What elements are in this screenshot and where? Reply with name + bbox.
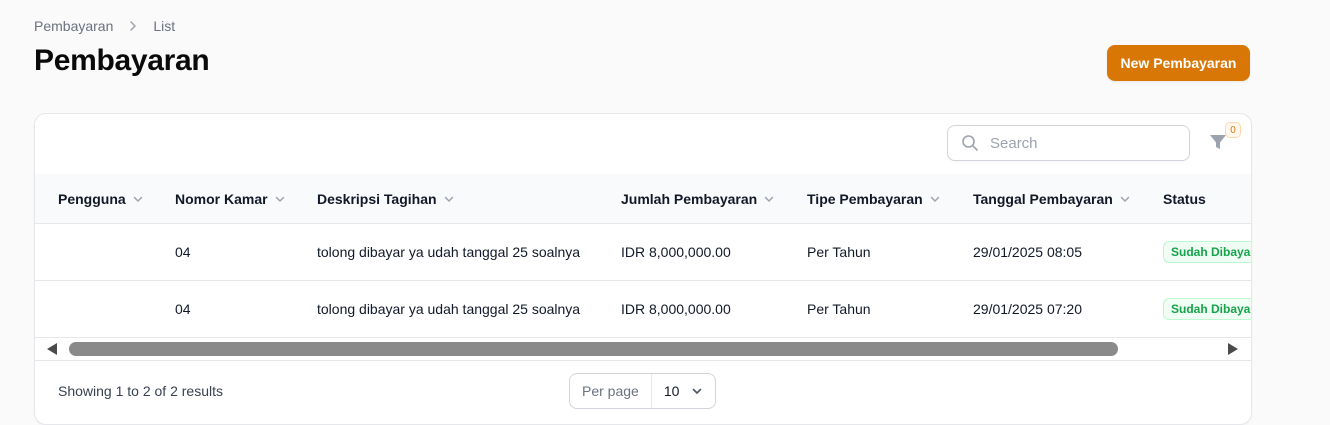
column-label: Pengguna [58,190,126,207]
column-label: Jumlah Pembayaran [621,190,758,207]
column-label: Tanggal Pembayaran [973,190,1113,207]
search-input[interactable] [988,133,1182,153]
chevron-down-icon [274,193,286,205]
column-header-status: Status [1163,174,1206,223]
table-card: 0 Pengguna Nomor Kamar Deskripsi Tagihan… [34,113,1252,425]
per-page-label: Per page [570,374,652,408]
search-icon [961,134,979,152]
breadcrumb: Pembayaran List [34,18,175,34]
cell-tanggal-pembayaran: 29/01/2025 08:05 [973,244,1082,260]
cell-tanggal-pembayaran: 29/01/2025 07:20 [973,301,1082,317]
cell-nomor-kamar: 04 [175,301,191,317]
breadcrumb-item-list: List [153,18,176,34]
status-badge: Sudah Dibayar [1163,241,1251,263]
breadcrumb-item-pembayaran[interactable]: Pembayaran [34,18,113,34]
search-field[interactable] [947,125,1190,161]
scrollbar-thumb[interactable] [69,342,1118,356]
chevron-down-icon [132,193,144,205]
column-header-tanggal-pembayaran[interactable]: Tanggal Pembayaran [973,174,1131,223]
column-header-pengguna[interactable]: Pengguna [58,174,144,223]
new-pembayaran-button[interactable]: New Pembayaran [1107,45,1250,81]
per-page-value: 10 [663,383,680,399]
cell-jumlah-pembayaran: IDR 8,000,000.00 [621,244,731,260]
cell-nomor-kamar: 04 [175,244,191,260]
cell-tipe-pembayaran: Per Tahun [807,301,871,317]
column-header-tipe-pembayaran[interactable]: Tipe Pembayaran [807,174,941,223]
cell-deskripsi-tagihan: tolong dibayar ya udah tanggal 25 soalny… [317,301,581,317]
payments-table: Pengguna Nomor Kamar Deskripsi Tagihan J… [35,174,1251,338]
column-label: Tipe Pembayaran [807,190,923,207]
results-summary: Showing 1 to 2 of 2 results [58,383,223,399]
column-header-deskripsi-tagihan[interactable]: Deskripsi Tagihan [317,174,455,223]
status-badge: Sudah Dibayar [1163,298,1251,320]
cell-status: Sudah Dibayar [1163,281,1251,337]
column-label: Status [1163,190,1206,207]
chevron-right-icon [127,20,139,32]
page-title: Pembayaran [34,44,210,77]
column-header-nomor-kamar[interactable]: Nomor Kamar [175,174,286,223]
table-row[interactable]: 04 tolong dibayar ya udah tanggal 25 soa… [35,281,1251,338]
chevron-down-icon [691,385,703,397]
cell-status: Sudah Dibayar [1163,224,1251,280]
column-label: Nomor Kamar [175,190,268,207]
cell-deskripsi-tagihan: tolong dibayar ya udah tanggal 25 soalny… [317,244,581,260]
table-row[interactable]: 04 tolong dibayar ya udah tanggal 25 soa… [35,224,1251,281]
chevron-down-icon [1119,193,1131,205]
chevron-down-icon [443,193,455,205]
table-footer: Showing 1 to 2 of 2 results Per page 10 [35,360,1251,424]
chevron-down-icon [763,193,775,205]
per-page-select[interactable]: 10 [652,374,716,408]
table-toolbar: 0 [35,114,1251,175]
scroll-left-arrow-icon[interactable] [46,342,58,361]
cell-tipe-pembayaran: Per Tahun [807,244,871,260]
filter-count-badge: 0 [1225,122,1241,138]
column-header-jumlah-pembayaran[interactable]: Jumlah Pembayaran [621,174,775,223]
horizontal-scrollbar[interactable] [35,339,1251,359]
table-header: Pengguna Nomor Kamar Deskripsi Tagihan J… [35,174,1251,224]
per-page-selector[interactable]: Per page 10 [569,373,717,409]
scroll-right-arrow-icon[interactable] [1227,342,1239,361]
cell-jumlah-pembayaran: IDR 8,000,000.00 [621,301,731,317]
column-label: Deskripsi Tagihan [317,190,437,207]
chevron-down-icon [929,193,941,205]
